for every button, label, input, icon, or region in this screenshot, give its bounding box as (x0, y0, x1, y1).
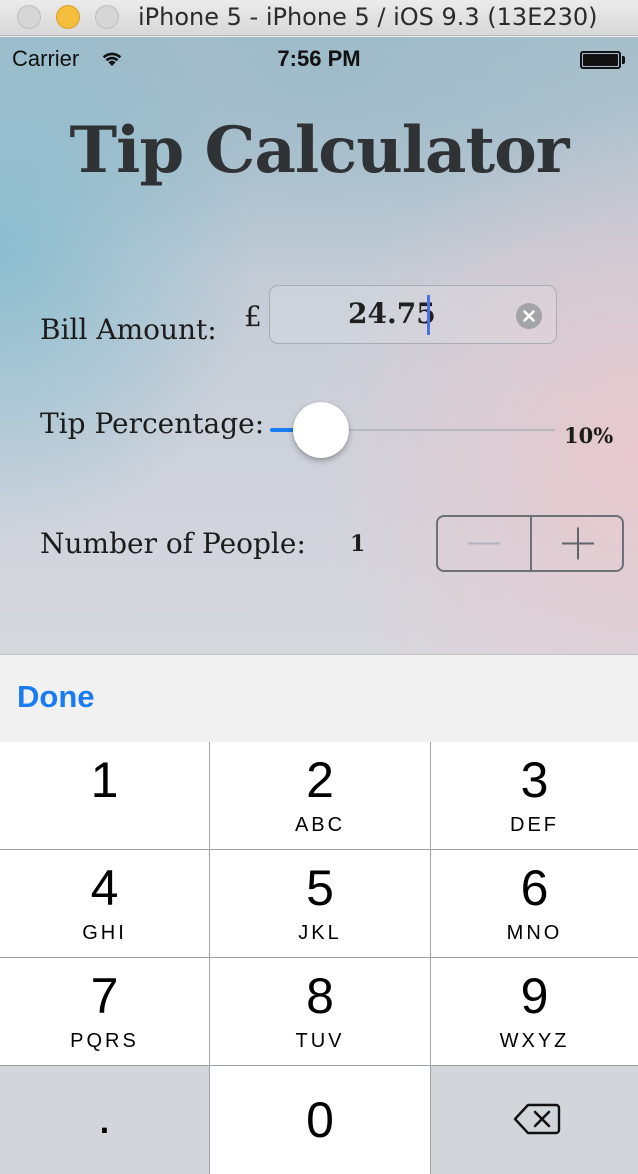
done-button[interactable]: Done (17, 679, 95, 715)
key-digit: 4 (90, 860, 119, 916)
key-digit: 5 (306, 860, 334, 916)
key-8[interactable]: 8 TUV (210, 958, 430, 1065)
tip-percentage-slider[interactable] (270, 402, 555, 458)
bill-amount-label: Bill Amount: (40, 313, 217, 346)
key-digit: 1 (90, 752, 119, 808)
text-cursor (427, 295, 430, 335)
bill-amount-input[interactable]: 24.75 (269, 285, 557, 344)
key-digit: 0 (306, 1092, 334, 1148)
app-title: Tip Calculator (69, 113, 570, 188)
keyboard-accessory-bar: Done (0, 654, 638, 742)
minus-icon (468, 542, 500, 545)
key-letters: MNO (506, 922, 563, 944)
key-6[interactable]: 6 MNO (431, 850, 638, 957)
stepper-increment-button[interactable] (532, 517, 622, 570)
key-3[interactable]: 3 DEF (431, 742, 638, 849)
key-9[interactable]: 9 WXYZ (431, 958, 638, 1065)
simulator-titlebar: iPhone 5 - iPhone 5 / iOS 9.3 (13E230) (0, 0, 638, 36)
key-decimal[interactable]: . (0, 1066, 209, 1174)
key-letters: PQRS (70, 1030, 139, 1052)
key-digit: 7 (90, 968, 119, 1024)
bill-amount-value: 24.75 (348, 297, 436, 330)
key-digit: 6 (520, 860, 549, 916)
tip-percentage-value: 10% (564, 423, 614, 448)
currency-symbol: £ (244, 300, 262, 333)
key-2[interactable]: 2 ABC (210, 742, 430, 849)
slider-track-empty (321, 429, 555, 431)
key-digit: 3 (520, 752, 549, 808)
stepper-decrement-button[interactable] (438, 517, 530, 570)
window-minimize-button[interactable] (56, 5, 80, 29)
key-letters: TUV (295, 1030, 345, 1052)
key-4[interactable]: 4 GHI (0, 850, 209, 957)
key-letters: ABC (294, 814, 346, 836)
battery-icon (580, 51, 626, 69)
key-1[interactable]: 1 (0, 742, 209, 849)
window-zoom-button[interactable] (95, 5, 119, 29)
slider-thumb[interactable] (293, 402, 349, 458)
number-pad: 1 2 ABC 3 DEF 4 GHI 5 JKL 6 MNO 7 PQRS 8… (0, 742, 638, 1174)
key-digit: 8 (306, 968, 334, 1024)
key-letters: GHI (82, 922, 127, 944)
window-close-button[interactable] (17, 5, 41, 29)
plus-icon (562, 527, 594, 560)
window-title: iPhone 5 - iPhone 5 / iOS 9.3 (13E230) (138, 3, 598, 31)
key-0[interactable]: 0 (210, 1066, 430, 1174)
tip-percentage-label: Tip Percentage: (40, 407, 265, 440)
number-of-people-label: Number of People: (40, 527, 306, 560)
people-stepper[interactable] (436, 515, 624, 572)
key-digit: 2 (306, 752, 334, 808)
key-letters: JKL (298, 922, 342, 944)
clear-text-icon[interactable] (516, 303, 542, 329)
key-7[interactable]: 7 PQRS (0, 958, 209, 1065)
key-letters: DEF (510, 814, 559, 836)
number-of-people-value: 1 (350, 531, 366, 557)
key-backspace[interactable] (431, 1066, 638, 1174)
key-letters: WXYZ (499, 1030, 570, 1052)
key-5[interactable]: 5 JKL (210, 850, 430, 957)
key-digit: . (97, 1088, 112, 1144)
backspace-icon (513, 1103, 561, 1135)
app-screen: Carrier 7:56 PM Tip Calculator Bill Amou… (0, 37, 638, 654)
status-time: 7:56 PM (277, 46, 361, 71)
key-digit: 9 (520, 968, 549, 1024)
